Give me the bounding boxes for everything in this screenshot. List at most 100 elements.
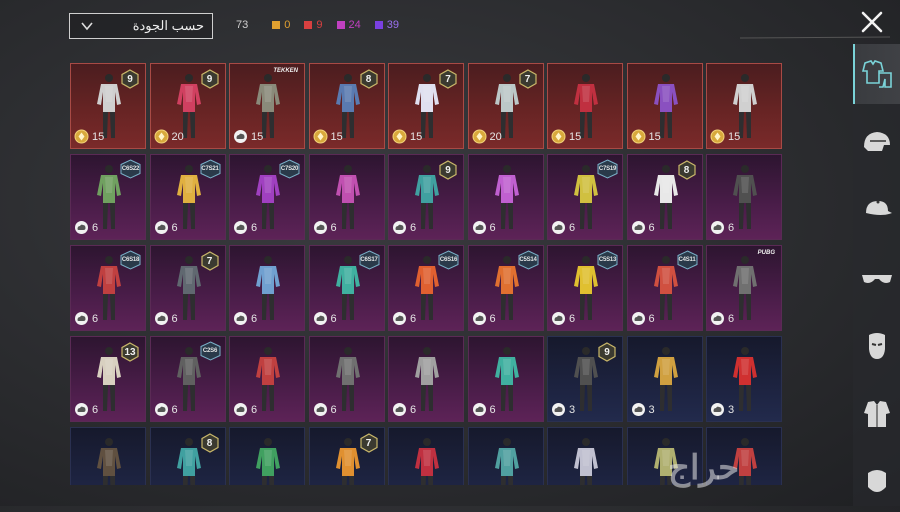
outfit-card[interactable]: 3: [706, 336, 782, 422]
tab-glasses[interactable]: [853, 248, 900, 308]
tab-helmets[interactable]: [853, 112, 900, 172]
outfit-card[interactable]: 3: [626, 336, 703, 422]
outfit-card[interactable]: 15: [547, 63, 623, 149]
cloud-coin-icon: [234, 130, 247, 143]
price: 6: [392, 220, 416, 235]
outfit-card[interactable]: 13 6: [70, 336, 146, 422]
cloud-coin-icon: [75, 221, 88, 234]
outfit-card[interactable]: 96: [388, 154, 464, 240]
cloud-coin-icon: [234, 221, 247, 234]
outfit-card[interactable]: 8: [149, 427, 226, 485]
price-value: 6: [330, 221, 337, 234]
outfit-card[interactable]: C5S13 6: [547, 245, 623, 331]
outfit-card[interactable]: C6S16 6: [388, 245, 464, 331]
price-value: 6: [728, 312, 735, 325]
outfit-card[interactable]: C7S19 6: [547, 154, 623, 240]
quality-swatch: [336, 21, 345, 29]
price: 6: [710, 311, 734, 326]
chevron-down-icon: [81, 22, 93, 31]
outfit-card[interactable]: 86: [626, 154, 703, 240]
outfit-card[interactable]: 6: [229, 245, 305, 331]
outfit-card[interactable]: 15: [706, 63, 782, 149]
price: 6: [313, 402, 337, 417]
price: 6: [631, 220, 655, 235]
outfit-card[interactable]: 93: [547, 336, 623, 422]
outfit-card[interactable]: [229, 427, 305, 485]
cloud-coin-icon: [234, 312, 247, 325]
price: 6: [472, 220, 496, 235]
level-badge: 7: [359, 433, 379, 453]
level-badge: 8: [677, 160, 697, 180]
tab-faces[interactable]: [853, 452, 900, 512]
tab-hats[interactable]: [853, 180, 900, 240]
sunglasses-icon: [861, 275, 892, 283]
season-badge-value: C4S11: [678, 257, 696, 263]
outfit-card[interactable]: [70, 427, 146, 485]
outfit-card[interactable]: 76: [149, 245, 226, 331]
outfit-card[interactable]: C6S18 6: [70, 245, 146, 331]
outfit-card[interactable]: C7S21 6: [149, 154, 226, 240]
outfit-card[interactable]: 6: [706, 154, 782, 240]
outfit-card[interactable]: 15: [626, 63, 703, 149]
price-value: 6: [171, 403, 178, 416]
price-value: 6: [92, 403, 99, 416]
outfit-card[interactable]: 6: [467, 154, 544, 240]
outfit-card[interactable]: C5S14 6: [467, 245, 544, 331]
outfit-card[interactable]: 8 15: [308, 63, 385, 149]
outfit-figure-icon: [494, 438, 519, 485]
sort-dropdown[interactable]: حسب الجودة: [69, 13, 213, 39]
premium-coin-icon: [710, 129, 725, 144]
price: 6: [74, 402, 98, 417]
tab-jackets[interactable]: [853, 384, 900, 444]
outfit-card[interactable]: C6S22 6: [70, 154, 146, 240]
face-icon: [867, 470, 886, 492]
level-badge-value: 9: [206, 73, 213, 85]
season-badge-value: C5S14: [519, 257, 537, 263]
outfit-card[interactable]: 6: [308, 154, 385, 240]
outfit-card[interactable]: [388, 427, 464, 485]
price-value: 15: [728, 130, 741, 143]
inventory-grid: 9 15 9 20 TEKKEN 15 8 15 7 15 7 20 15 15 15 C6S22 6 C7S21…: [70, 63, 784, 485]
close-icon[interactable]: [858, 8, 886, 36]
outfit-card[interactable]: 7: [308, 427, 385, 485]
season-badge: C2S6: [199, 341, 222, 361]
tab-outfits[interactable]: [853, 44, 900, 104]
outfit-card[interactable]: 9 20: [149, 63, 226, 149]
outfit-card[interactable]: C4S11 6: [626, 245, 703, 331]
price-value: 15: [330, 130, 343, 143]
level-badge: 8: [359, 69, 379, 89]
outfit-card[interactable]: 6: [388, 336, 464, 422]
price-value: 15: [92, 130, 105, 143]
outfit-card[interactable]: C6S17 6: [308, 245, 385, 331]
inventory-grid-container[interactable]: 9 15 9 20 TEKKEN 15 8 15 7 15 7 20 15 15 15 C6S22 6 C7S21…: [70, 63, 784, 485]
price-value: 15: [251, 130, 264, 143]
price: 15: [631, 129, 661, 144]
outfit-card[interactable]: TEKKEN 15: [229, 63, 305, 149]
price: 3: [551, 402, 575, 417]
outfit-card[interactable]: 6: [467, 336, 544, 422]
price: 15: [74, 129, 104, 144]
outfit-card[interactable]: [547, 427, 623, 485]
outfit-card[interactable]: [467, 427, 544, 485]
premium-coin-icon: [74, 129, 89, 144]
outfit-card[interactable]: 9 15: [70, 63, 146, 149]
outfit-card[interactable]: 7 20: [467, 63, 544, 149]
level-badge-value: 7: [365, 437, 372, 449]
price-value: 6: [489, 312, 496, 325]
outfit-card[interactable]: PUBG 6: [706, 245, 782, 331]
outfit-card[interactable]: C2S6 6: [149, 336, 226, 422]
season-badge-value: C6S22: [121, 166, 140, 172]
outfit-card[interactable]: 6: [229, 336, 305, 422]
level-badge-value: 9: [604, 346, 610, 358]
collab-logo-text: TEKKEN: [273, 68, 298, 74]
price: 6: [313, 311, 337, 326]
outfit-card[interactable]: 7 15: [388, 63, 464, 149]
outfit-card[interactable]: 6: [308, 336, 385, 422]
premium-coin-icon: [313, 129, 327, 144]
quality-count-value: 24: [348, 19, 361, 31]
cloud-coin-icon: [154, 221, 168, 234]
outfit-card[interactable]: C7S20 6: [229, 154, 305, 240]
tab-masks[interactable]: [853, 316, 900, 376]
premium-coin-icon: [154, 129, 168, 144]
cloud-coin-icon: [472, 221, 486, 234]
